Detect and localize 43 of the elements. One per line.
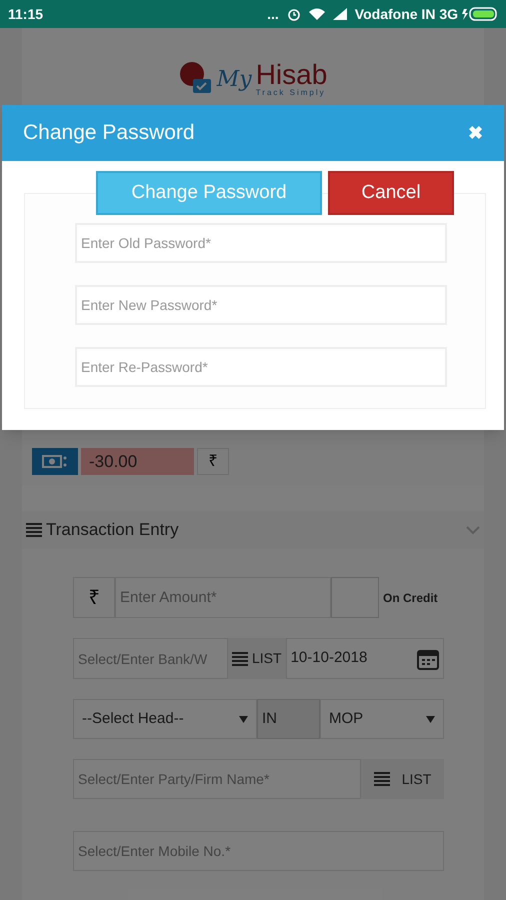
section-title: Transaction Entry <box>46 519 180 542</box>
bank-field[interactable]: Select/Enter Bank/W <box>73 638 228 679</box>
list-button[interactable]: LIST <box>361 759 444 799</box>
status-time: 11:15 <box>8 4 44 24</box>
list-icon <box>374 772 390 786</box>
type-field: IN <box>257 699 320 739</box>
logo-name: Hisab <box>256 61 328 89</box>
alarm-icon <box>286 7 301 21</box>
mobile-field[interactable]: Select/Enter Mobile No.* <box>73 831 444 871</box>
caret-icon <box>426 716 435 722</box>
dialog-title: Change Password <box>23 120 195 146</box>
list-icon <box>232 652 248 666</box>
logo-tagline: Track Simply <box>256 89 327 97</box>
amount-field[interactable]: Enter Amount* <box>115 577 331 618</box>
date-field[interactable]: 10-10-2018 <box>286 638 444 679</box>
caret-icon <box>239 716 248 722</box>
password-field[interactable]: Enter Old Password* <box>75 223 447 263</box>
notification-dots: ... <box>267 4 279 24</box>
logo-script: My <box>216 66 252 94</box>
signal-icon <box>332 8 347 20</box>
currency-symbol: ₹ <box>73 577 115 618</box>
currency-symbol: ₹ <box>197 448 229 475</box>
on-credit-checkbox[interactable] <box>331 577 379 618</box>
list-icon <box>26 523 42 537</box>
battery-icon <box>462 7 498 21</box>
chevron-down-icon <box>466 526 480 534</box>
balance-field: -30.00 <box>81 448 194 475</box>
list-button[interactable]: LIST <box>228 638 286 679</box>
date-value: 10-10-2018 <box>290 648 368 668</box>
party-field[interactable]: Select/Enter Party/Firm Name* <box>73 759 361 799</box>
carrier-name: Vodafone IN 3G <box>354 4 458 24</box>
head-value: --Select Head-- <box>82 708 184 729</box>
calendar-icon <box>417 648 439 670</box>
password-field[interactable]: Enter New Password* <box>75 285 447 325</box>
mop-value: MOP <box>329 708 364 729</box>
on-credit-label: On Credit <box>383 590 438 606</box>
head-dropdown[interactable]: --Select Head-- <box>73 699 257 739</box>
password-field[interactable]: Enter Re-Password* <box>75 347 447 387</box>
mop-dropdown[interactable]: MOP <box>320 699 444 739</box>
cancel-button[interactable]: Cancel <box>328 171 454 215</box>
close-button[interactable]: ✖ <box>468 120 483 146</box>
money-icon <box>32 448 78 475</box>
wifi-icon <box>308 8 325 20</box>
